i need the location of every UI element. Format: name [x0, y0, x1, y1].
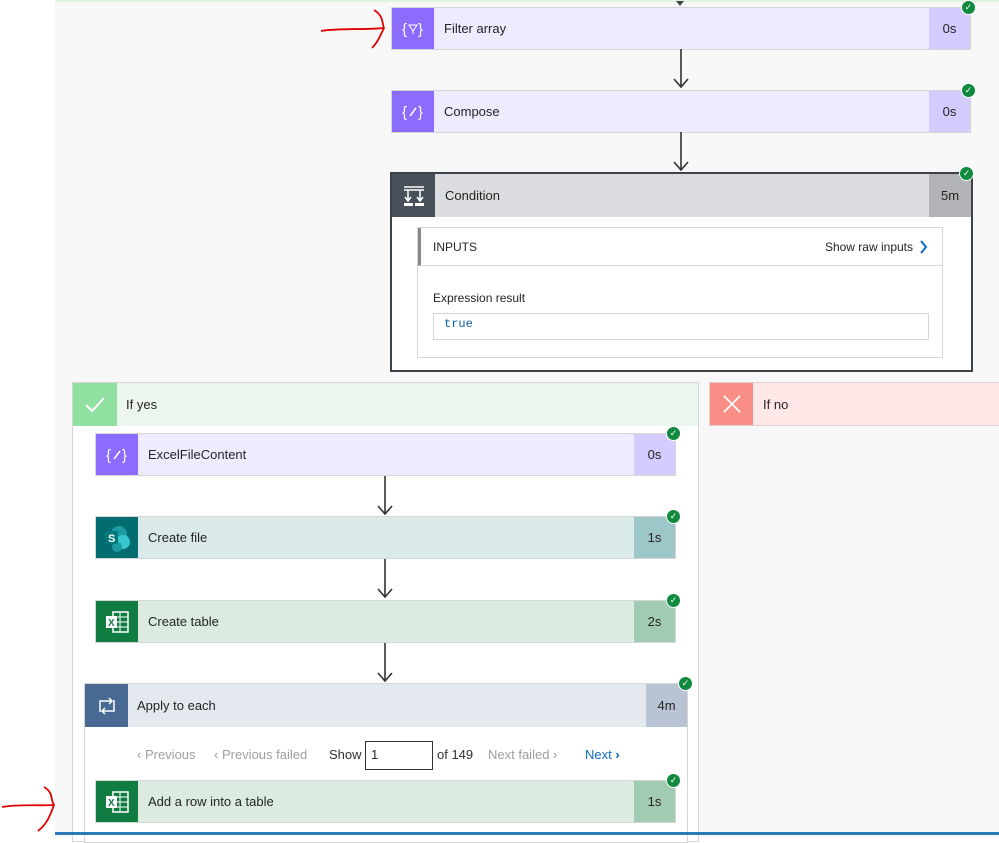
excel-icon: X	[96, 601, 138, 642]
compose-braces-icon: {}	[96, 434, 138, 475]
next-failed-label: Next failed	[488, 747, 550, 762]
sharepoint-icon: S	[96, 517, 138, 558]
annotation-arrow	[320, 9, 386, 49]
loop-icon	[85, 684, 128, 727]
inputs-label: INPUTS	[433, 239, 478, 254]
step-title: Compose	[434, 91, 929, 132]
condition-step[interactable]: Condition 5m INPUTS Show raw inputs Expr…	[390, 172, 973, 372]
if-yes-header[interactable]: If yes	[73, 383, 698, 426]
success-check-icon: ✓	[666, 426, 681, 441]
svg-text:X: X	[108, 618, 115, 629]
compose-braces-icon: {}	[392, 91, 434, 132]
show-raw-inputs-link[interactable]: Show raw inputs	[825, 240, 928, 254]
previous-failed-button[interactable]: ‹ Previous failed	[214, 747, 307, 762]
connector-arrow	[673, 49, 689, 89]
success-check-icon: ✓	[678, 676, 693, 691]
of-total-label: of 149	[437, 747, 474, 762]
close-x-icon	[710, 383, 753, 425]
svg-text:S: S	[108, 533, 115, 545]
show-raw-inputs-label: Show raw inputs	[824, 239, 913, 254]
step-title: Filter array	[434, 8, 929, 49]
step-duration: 0s	[634, 434, 675, 475]
success-check-icon: ✓	[959, 166, 974, 181]
annotation-arrow	[1, 786, 56, 832]
next-label: Next	[585, 747, 612, 762]
step-duration: 0s	[929, 8, 970, 49]
connector-arrow	[377, 643, 393, 683]
bottom-divider	[55, 832, 999, 835]
success-check-icon: ✓	[666, 773, 681, 788]
step-title: Create file	[138, 517, 634, 558]
create-table-step[interactable]: X Create table 2s	[95, 600, 676, 643]
step-duration: 0s	[929, 91, 970, 132]
svg-text:{: {	[106, 447, 111, 464]
show-label: Show	[329, 747, 362, 762]
step-title: Create table	[138, 601, 634, 642]
iteration-input[interactable]: 1	[365, 741, 433, 770]
svg-text:}: }	[418, 104, 423, 121]
add-row-step[interactable]: X Add a row into a table 1s	[95, 780, 676, 823]
previous-failed-label: Previous failed	[221, 747, 308, 762]
excel-file-content-step[interactable]: {} ExcelFileContent 0s	[95, 433, 676, 476]
compose-step[interactable]: {} Compose 0s	[391, 90, 971, 133]
create-file-step[interactable]: S Create file 1s	[95, 516, 676, 559]
expression-value: true	[433, 313, 929, 340]
branch-label: If yes	[126, 397, 158, 412]
svg-text:X: X	[108, 798, 115, 809]
step-title: Add a row into a table	[138, 781, 634, 822]
chevron-right-icon	[920, 239, 928, 254]
svg-text:}: }	[122, 447, 127, 464]
condition-icon	[392, 174, 435, 217]
success-check-icon: ✓	[666, 509, 681, 524]
success-check-icon: ✓	[961, 0, 976, 15]
step-duration: 2s	[634, 601, 675, 642]
previous-label: Previous	[144, 747, 196, 762]
step-title: ExcelFileContent	[138, 434, 634, 475]
connector-arrow	[377, 559, 393, 599]
next-button[interactable]: Next ›	[585, 747, 620, 762]
success-check-icon: ✓	[961, 83, 976, 98]
next-failed-button[interactable]: Next failed ›	[488, 747, 557, 762]
if-no-branch[interactable]: If no	[709, 382, 999, 426]
connector-arrow	[673, 132, 689, 172]
filter-braces-icon: {}	[392, 8, 434, 49]
step-title: Apply to each	[128, 684, 646, 727]
step-title: Condition	[435, 174, 929, 217]
branch-label: If no	[763, 396, 789, 412]
connector-arrow	[377, 476, 393, 516]
svg-text:}: }	[418, 21, 423, 38]
success-check-icon: ✓	[666, 593, 681, 608]
excel-icon: X	[96, 781, 138, 822]
previous-button[interactable]: ‹ Previous	[137, 747, 196, 762]
step-duration: 1s	[634, 517, 675, 558]
filter-array-step[interactable]: {} Filter array 0s	[391, 7, 971, 50]
checkmark-icon	[73, 383, 117, 426]
svg-text:{: {	[402, 104, 407, 121]
step-duration: 1s	[634, 781, 675, 822]
expression-label: Expression result	[433, 291, 526, 305]
inputs-panel: INPUTS Show raw inputs Expression result…	[417, 227, 943, 358]
step-duration: 4m	[646, 684, 687, 727]
svg-text:{: {	[402, 21, 407, 38]
